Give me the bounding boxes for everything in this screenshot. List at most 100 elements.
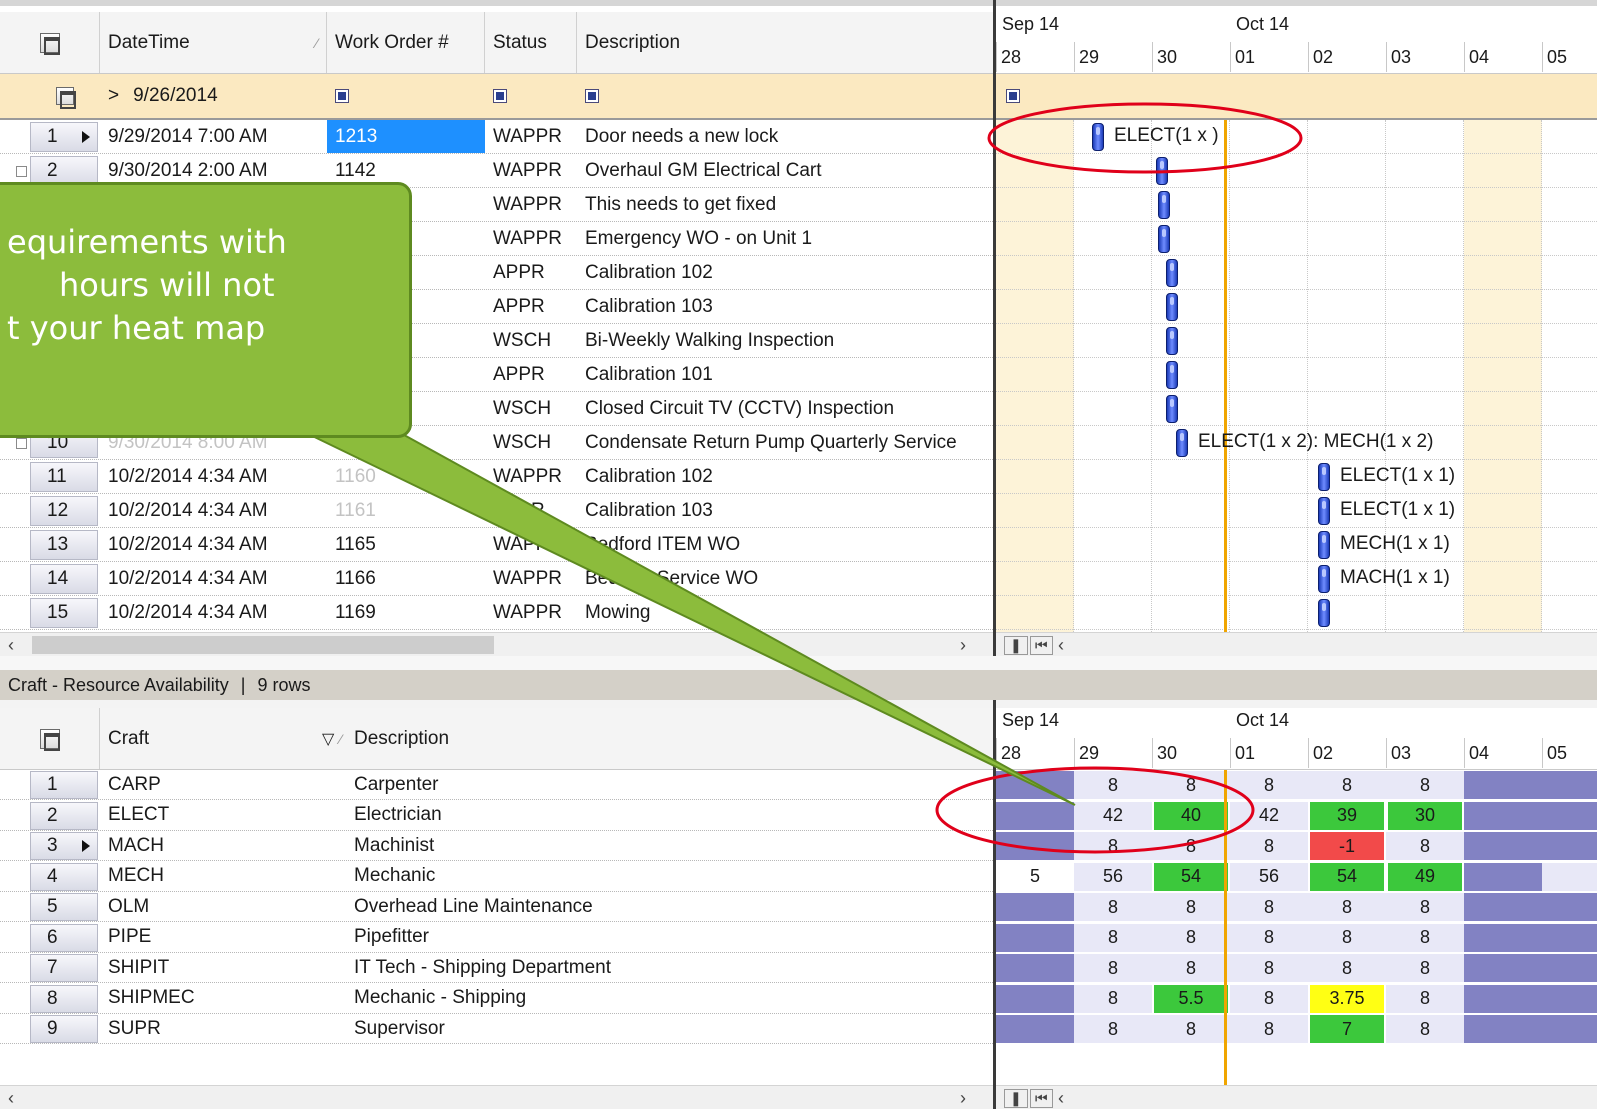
row-number[interactable]: 6 [30,923,98,952]
heatmap-cell[interactable]: 5 [996,862,1074,891]
table-row[interactable]: 9 SUPR Supervisor [0,1014,993,1044]
heatmap-nav-prev-icon[interactable]: ‹ [1058,1088,1064,1109]
heatmap-cell[interactable] [996,1015,1074,1043]
column-header-craft[interactable]: Craft ⁄ [100,708,346,769]
heatmap-cell[interactable] [996,984,1074,1013]
work-order-bar[interactable] [1166,361,1178,389]
cell-work-order[interactable]: 1161 [327,494,485,527]
row-number[interactable]: 14 [30,564,98,594]
heatmap-cell[interactable]: 8 [1386,984,1464,1013]
heatmap-cell[interactable]: 8 [1230,923,1308,952]
work-order-bar[interactable] [1158,225,1170,253]
gantt-nav-first-icon[interactable]: ❚ [1004,636,1028,655]
heatmap-cell[interactable] [1542,954,1597,982]
heatmap-cell[interactable]: 7 [1310,1015,1384,1043]
table-row[interactable]: 6 PIPE Pipefitter [0,922,993,953]
datetime-filter-field[interactable]: > 9/26/2014 [100,74,327,118]
table-row[interactable]: 7 SHIPIT IT Tech - Shipping Department [0,953,993,983]
row-number[interactable]: 8 [30,984,98,1013]
heatmap-cell[interactable]: 8 [1230,771,1308,799]
heatmap-cell[interactable]: 8 [1230,832,1308,860]
heatmap-cell[interactable]: 8 [1074,893,1152,921]
craft-column-chooser-button[interactable] [0,708,100,769]
heatmap-nav-home-icon[interactable]: ⏮ [1030,1089,1053,1108]
work-order-bar[interactable] [1166,327,1178,355]
work-order-bar[interactable] [1318,463,1330,491]
heatmap-cell[interactable]: 40 [1154,801,1228,830]
heatmap-cell[interactable]: 8 [1386,954,1464,982]
heatmap-cell[interactable] [996,954,1074,982]
row-number[interactable]: 7 [30,954,98,982]
heatmap-cell[interactable] [1464,984,1542,1013]
heatmap-cell[interactable]: 39 [1310,801,1384,830]
heatmap-cell[interactable]: 8 [1152,1015,1230,1043]
scroll-left-arrow-icon[interactable]: ‹ [8,1088,14,1109]
heatmap-cell[interactable] [1542,923,1597,952]
work-order-bar[interactable] [1158,191,1170,219]
heatmap-cell[interactable]: 56 [1230,862,1308,891]
row-number[interactable]: 2 [30,801,98,830]
heatmap-cell[interactable]: 8 [1230,954,1308,982]
table-row[interactable]: 14 10/2/2014 4:34 AM 1166 WAPPR Bedford Serv… [0,562,993,596]
heatmap-cell[interactable]: 8 [1152,893,1230,921]
top-horizontal-scrollbar[interactable]: ‹ › [0,632,993,656]
heatmap-cell[interactable]: 8 [1230,1015,1308,1043]
heatmap-cell[interactable]: 8 [1230,984,1308,1013]
heatmap-cell[interactable] [1464,954,1542,982]
heatmap-cell[interactable] [1542,862,1597,891]
scroll-right-arrow-icon[interactable]: › [960,1088,966,1109]
table-row[interactable]: 1 9/29/2014 7:00 AM 1213 WAPPR Door needs a … [0,120,993,154]
description-filter-checkbox[interactable] [577,74,599,118]
heatmap-cell[interactable] [996,801,1074,830]
gantt-filter-checkbox[interactable] [1006,89,1020,103]
column-header-work-order[interactable]: Work Order # [327,12,485,73]
heatmap-cell[interactable]: 42 [1074,801,1152,830]
row-number[interactable]: 13 [30,530,98,560]
heatmap-cell[interactable] [1464,771,1542,799]
heatmap-cell[interactable]: 8 [1152,954,1230,982]
heatmap-cell[interactable]: -1 [1310,832,1384,860]
table-row[interactable]: 5 OLM Overhead Line Maintenance [0,892,993,922]
heatmap-cell[interactable]: 8 [1230,893,1308,921]
heatmap-cell[interactable]: 8 [1152,832,1230,860]
heatmap-cell[interactable]: 49 [1388,862,1462,891]
heatmap-cell[interactable] [1464,801,1542,830]
work-order-bar[interactable] [1166,259,1178,287]
row-number[interactable]: 11 [30,462,98,492]
heatmap-cell[interactable]: 8 [1308,923,1386,952]
table-row[interactable]: 4 MECH Mechanic [0,861,993,892]
heatmap-cell[interactable] [1464,893,1542,921]
row-number[interactable]: 4 [30,862,98,891]
heatmap-cell[interactable]: 8 [1152,923,1230,952]
heatmap-cell[interactable] [996,923,1074,952]
heatmap-cell[interactable]: 8 [1074,1015,1152,1043]
heatmap-cell[interactable] [996,832,1074,860]
heatmap-cell[interactable]: 30 [1388,801,1462,830]
heatmap-cell[interactable]: 8 [1386,832,1464,860]
heatmap-cell[interactable] [1464,1015,1542,1043]
heatmap-cell[interactable]: 8 [1308,771,1386,799]
status-filter-checkbox[interactable] [485,74,507,118]
heatmap-cell[interactable]: 8 [1308,893,1386,921]
cell-work-order[interactable]: 1166 [327,562,485,595]
heatmap-cell[interactable]: 8 [1074,832,1152,860]
heatmap-cell[interactable]: 8 [1386,771,1464,799]
row-number[interactable]: 12 [30,496,98,526]
work-order-bar[interactable] [1166,293,1178,321]
work-order-bar[interactable] [1166,395,1178,423]
heatmap-cell[interactable]: 54 [1310,862,1384,891]
heatmap-cell[interactable] [996,771,1074,799]
filter-funnel-icon[interactable]: ▽ [322,708,346,769]
work-order-bar[interactable] [1092,123,1104,151]
scroll-right-arrow-icon[interactable]: › [960,635,966,656]
column-chooser-button[interactable] [0,12,100,73]
gantt-nav-prev-icon[interactable]: ‹ [1058,635,1064,656]
work-order-bar[interactable] [1156,157,1168,185]
heatmap-cell[interactable] [1464,923,1542,952]
heatmap-cell[interactable]: 8 [1074,923,1152,952]
heatmap-cell[interactable]: 8 [1074,954,1152,982]
table-row[interactable]: 2 ELECT Electrician [0,800,993,831]
cell-work-order[interactable]: 1213 [327,120,485,153]
scroll-left-arrow-icon[interactable]: ‹ [8,635,14,656]
table-row[interactable]: 11 10/2/2014 4:34 AM 1160 WAPPR Calibration … [0,460,993,494]
